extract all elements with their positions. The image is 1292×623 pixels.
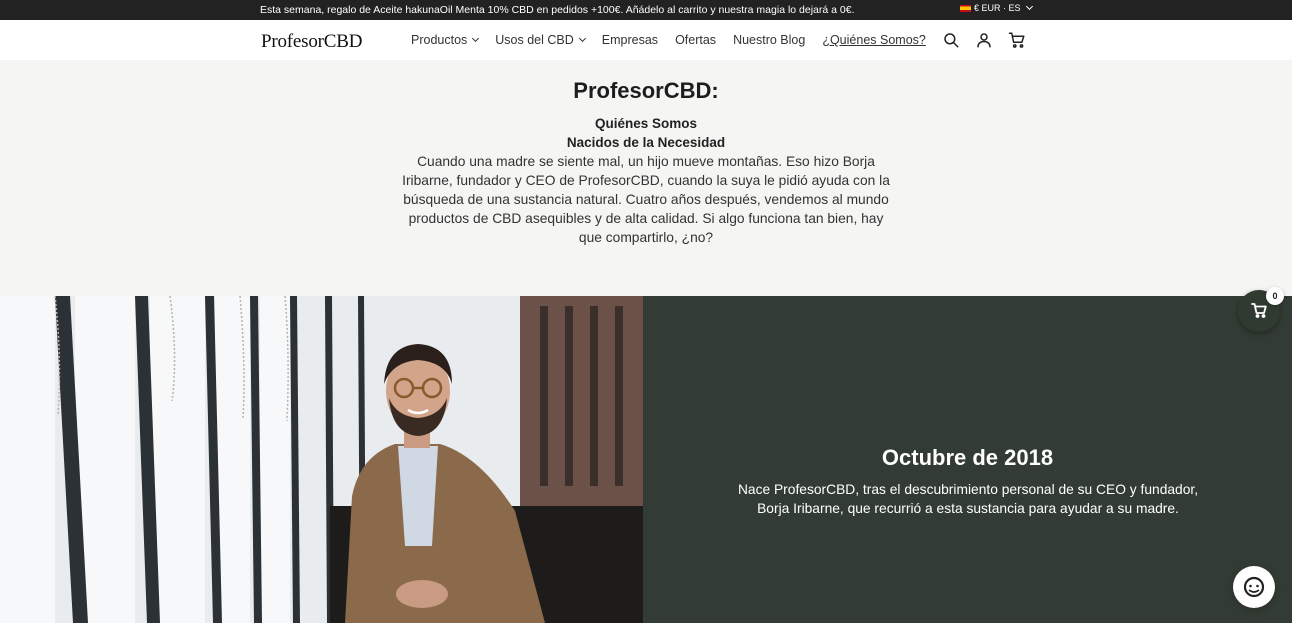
locale-label: € EUR · ES <box>974 3 1021 13</box>
cart-count-badge: 0 <box>1266 287 1284 305</box>
founder-photo-illustration <box>0 296 643 623</box>
nav-item-label: ¿Quiénes Somos? <box>822 33 926 47</box>
page-title: ProfesorCBD: <box>573 78 719 103</box>
nav-item-quienes-somos[interactable]: ¿Quiénes Somos? <box>822 33 926 47</box>
intro-subtitle-necesidad: Nacidos de la Necesidad <box>566 135 726 150</box>
announcement-bar: Esta semana, regalo de Aceite hakunaOil … <box>0 0 1292 20</box>
chevron-down-icon <box>472 34 480 43</box>
spain-flag-icon <box>960 4 971 12</box>
cart-icon[interactable] <box>1008 31 1026 49</box>
chevron-down-icon <box>1025 2 1033 11</box>
founder-photo <box>0 296 643 623</box>
chat-widget-button[interactable] <box>1233 566 1275 608</box>
locale-selector[interactable]: € EUR · ES <box>960 2 1033 13</box>
header-actions <box>942 31 1026 49</box>
intro-subtitles: Quiénes Somos Nacidos de la Necesidad <box>0 114 1292 152</box>
timeline-section: Octubre de 2018 Nace ProfesorCBD, tras e… <box>0 296 1292 623</box>
site-header: ProfesorCBD Productos Usos del CBD Empre… <box>0 20 1292 60</box>
account-icon[interactable] <box>975 31 993 49</box>
site-logo[interactable]: ProfesorCBD <box>261 31 362 53</box>
intro-paragraph: Cuando una madre se siente mal, un hijo … <box>402 154 890 245</box>
nav-item-label: Empresas <box>601 33 659 47</box>
timeline-title: Octubre de 2018 <box>881 445 1054 470</box>
chat-icon <box>1243 576 1265 598</box>
about-intro-section: ProfesorCBD: Quiénes Somos Nacidos de la… <box>0 60 1292 296</box>
nav-item-productos[interactable]: Productos <box>411 33 480 47</box>
nav-item-label: Ofertas <box>675 33 717 47</box>
timeline-panel: Octubre de 2018 Nace ProfesorCBD, tras e… <box>643 296 1292 623</box>
intro-subtitle-quienes-somos: Quiénes Somos <box>594 116 698 131</box>
search-icon[interactable] <box>942 31 960 49</box>
nav-item-blog[interactable]: Nuestro Blog <box>733 33 805 47</box>
nav-item-label: Usos del CBD <box>495 33 574 47</box>
nav-item-ofertas[interactable]: Ofertas <box>675 33 716 47</box>
nav-item-label: Nuestro Blog <box>733 33 806 47</box>
main-nav: Productos Usos del CBD Empresas Ofertas … <box>411 33 926 47</box>
announcement-text: Esta semana, regalo de Aceite hakunaOil … <box>260 4 855 16</box>
nav-item-label: Productos <box>411 33 468 47</box>
chevron-down-icon <box>578 34 586 43</box>
nav-item-empresas[interactable]: Empresas <box>602 33 658 47</box>
nav-item-usos-del-cbd[interactable]: Usos del CBD <box>495 33 586 47</box>
timeline-paragraph: Nace ProfesorCBD, tras el descubrimiento… <box>737 482 1199 516</box>
